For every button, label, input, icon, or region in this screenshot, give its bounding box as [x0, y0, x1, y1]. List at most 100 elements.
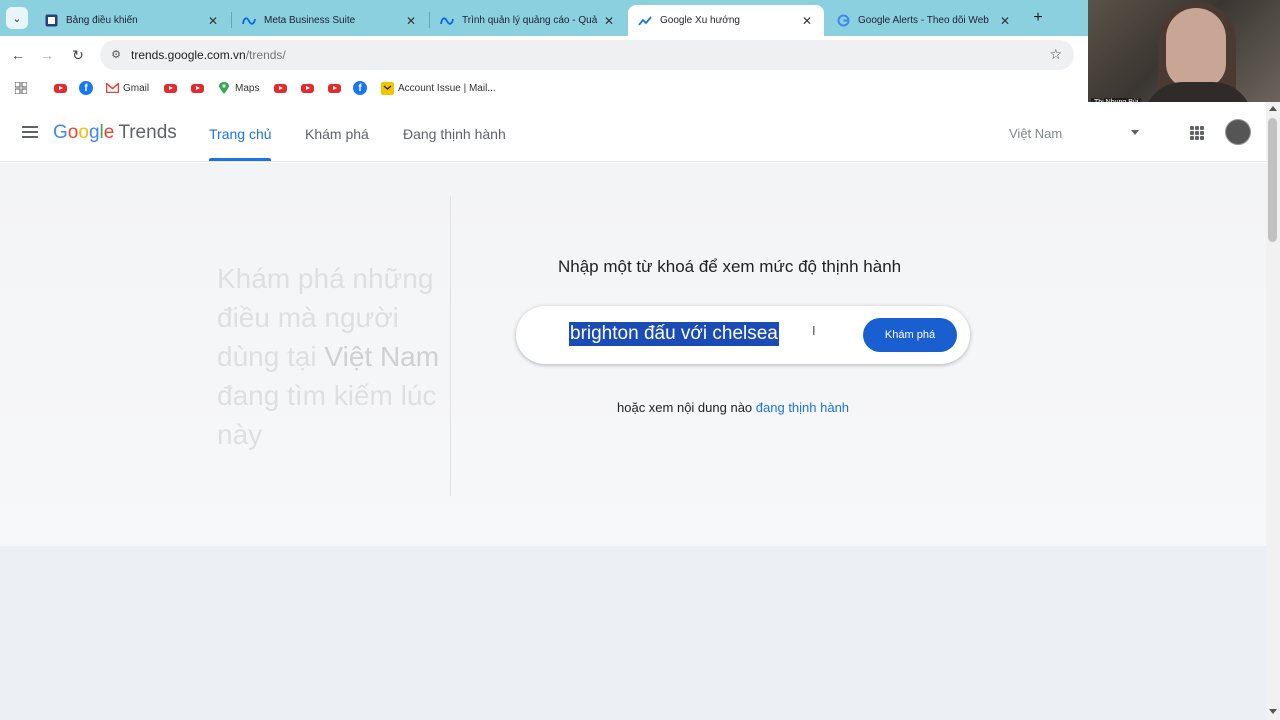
active-nav-indicator [209, 158, 271, 161]
new-tab-button[interactable]: + [1028, 8, 1048, 28]
explore-button[interactable]: Khám phá [863, 318, 957, 352]
google-trends-logo[interactable]: Google Trends [53, 122, 177, 144]
youtube-icon [163, 81, 177, 95]
gmail-icon [105, 81, 119, 95]
close-icon[interactable]: ✕ [404, 14, 418, 28]
bookmark-youtube[interactable] [327, 79, 345, 97]
nav-explore[interactable]: Khám phá [305, 126, 369, 142]
tab-dashboard[interactable]: Bảng điều khiển ✕ [34, 5, 230, 36]
scroll-down-icon[interactable] [1269, 709, 1277, 714]
bookmark-facebook[interactable]: f [353, 79, 371, 97]
tab-title: Meta Business Suite [264, 15, 356, 26]
bookmark-youtube[interactable] [300, 79, 318, 97]
trends-header: Google Trends Trang chủ Khám phá Đang thị… [0, 102, 1266, 162]
divider [450, 196, 451, 496]
plus-icon: + [1033, 9, 1043, 26]
bookmarks-bar: f Gmail Maps f Account Issue | Mail... [0, 74, 1088, 102]
site-settings-icon[interactable]: ⚙ [108, 47, 124, 63]
tab-meta-business-suite[interactable]: Meta Business Suite ✕ [232, 5, 428, 36]
apps-shortcut[interactable] [14, 79, 32, 97]
hero-tagline: Khám phá những điều mà người dùng tại Vi… [217, 259, 447, 454]
arrow-right-icon: → [40, 47, 54, 63]
bookmark-youtube[interactable] [163, 79, 181, 97]
youtube-icon [327, 81, 341, 95]
youtube-icon [190, 81, 204, 95]
search-input[interactable]: brighton đấu với chelsea [569, 322, 779, 346]
bookmark-youtube[interactable] [190, 79, 208, 97]
close-icon[interactable]: ✕ [602, 14, 616, 28]
tab-title: Bảng điều khiển [66, 15, 138, 26]
tab-title: Google Alerts - Theo dõi Web [858, 15, 989, 26]
logo-letter: o [67, 122, 79, 143]
tagline-country: Việt Nam [324, 341, 440, 372]
tab-search-button[interactable]: ⌄ [6, 7, 28, 29]
google-icon [836, 14, 850, 28]
tagline-text: đang tìm kiếm lúc này [217, 380, 437, 450]
trending-link[interactable]: đang thịnh hành [756, 400, 849, 415]
scroll-up-icon[interactable] [1269, 106, 1277, 111]
arrow-left-icon: ← [11, 47, 25, 63]
menu-icon[interactable] [22, 126, 38, 138]
hint-text: hoặc xem nội dung nào [617, 400, 753, 415]
map-pin-icon [217, 81, 231, 95]
trends-icon [638, 14, 652, 28]
dashboard-icon [44, 14, 58, 28]
bookmark-star-icon[interactable]: ☆ [1049, 46, 1062, 63]
logo-letter: o [78, 122, 89, 143]
trending-hint: hoặc xem nội dung nào đang thịnh hành [617, 400, 849, 415]
meta-icon [242, 14, 256, 28]
facebook-icon: f [353, 81, 367, 95]
country-selector[interactable]: Việt Nam [1009, 126, 1062, 141]
nav-home[interactable]: Trang chủ [209, 126, 272, 142]
tab-ads-manager[interactable]: Trình quản lý quảng cáo - Quả ✕ [430, 5, 626, 36]
reload-icon: ↻ [72, 47, 84, 63]
bookmark-facebook[interactable]: f [79, 79, 97, 97]
tab-title: Google Xu hướng [660, 15, 740, 26]
tab-strip: ⌄ Bảng điều khiển ✕ Meta Business Suite … [0, 0, 1088, 36]
nav-trending[interactable]: Đang thịnh hành [403, 126, 506, 142]
bookmark-maps[interactable]: Maps [217, 79, 259, 97]
close-icon[interactable]: ✕ [206, 14, 220, 28]
bookmark-account-issue[interactable]: Account Issue | Mail... [380, 79, 496, 97]
bookmark-youtube[interactable] [53, 79, 71, 97]
url-text[interactable]: trends.google.com.vn/trends/ [131, 48, 286, 62]
tab-google-alerts[interactable]: Google Alerts - Theo dõi Web ✕ [826, 5, 1022, 36]
address-bar[interactable]: ⚙ trends.google.com.vn/trends/ ☆ [100, 40, 1074, 70]
tab-title: Trình quản lý quảng cáo - Quả [462, 15, 598, 26]
forward-button[interactable]: → [37, 45, 57, 65]
facebook-icon: f [79, 81, 93, 95]
apps-icon [14, 81, 28, 95]
logo-product-name: Trends [118, 122, 177, 143]
reload-button[interactable]: ↻ [68, 45, 88, 65]
logo-letter: g [88, 122, 100, 143]
browser-toolbar: ← → ↻ ⚙ trends.google.com.vn/trends/ ☆ [0, 36, 1088, 74]
back-button[interactable]: ← [8, 45, 28, 65]
caret-down-icon[interactable] [1131, 130, 1139, 135]
text-cursor-icon: I [812, 323, 816, 338]
video-person-face [1166, 8, 1226, 88]
bookmark-gmail[interactable]: Gmail [105, 79, 149, 97]
lower-section [0, 546, 1266, 720]
search-prompt: Nhập một từ khoá để xem mức độ thịnh hàn… [558, 257, 902, 276]
youtube-icon [273, 81, 287, 95]
meta-icon [440, 14, 454, 28]
video-call-overlay: Thi Nhung Bùi [1088, 0, 1280, 110]
youtube-icon [53, 81, 67, 95]
logo-letter: e [103, 122, 115, 143]
mail-icon [380, 81, 394, 95]
page-scrollbar[interactable] [1266, 102, 1280, 720]
search-box[interactable]: brighton đấu với chelsea I Khám phá [516, 306, 970, 364]
hero-section: Khám phá những điều mà người dùng tại Vi… [0, 163, 1266, 546]
avatar[interactable] [1225, 119, 1251, 145]
chevron-down-icon: ⌄ [12, 12, 22, 25]
bookmark-youtube[interactable] [273, 79, 291, 97]
google-apps-icon[interactable] [1190, 126, 1204, 140]
bookmark-label: Maps [235, 82, 260, 94]
bookmark-label: Gmail [123, 82, 150, 94]
scroll-thumb[interactable] [1268, 118, 1277, 242]
close-icon[interactable]: ✕ [800, 14, 814, 28]
close-icon[interactable]: ✕ [998, 14, 1012, 28]
tab-google-trends[interactable]: Google Xu hướng ✕ [628, 5, 824, 36]
url-host: trends.google.com.vn [131, 48, 246, 62]
logo-letter: G [53, 122, 68, 143]
